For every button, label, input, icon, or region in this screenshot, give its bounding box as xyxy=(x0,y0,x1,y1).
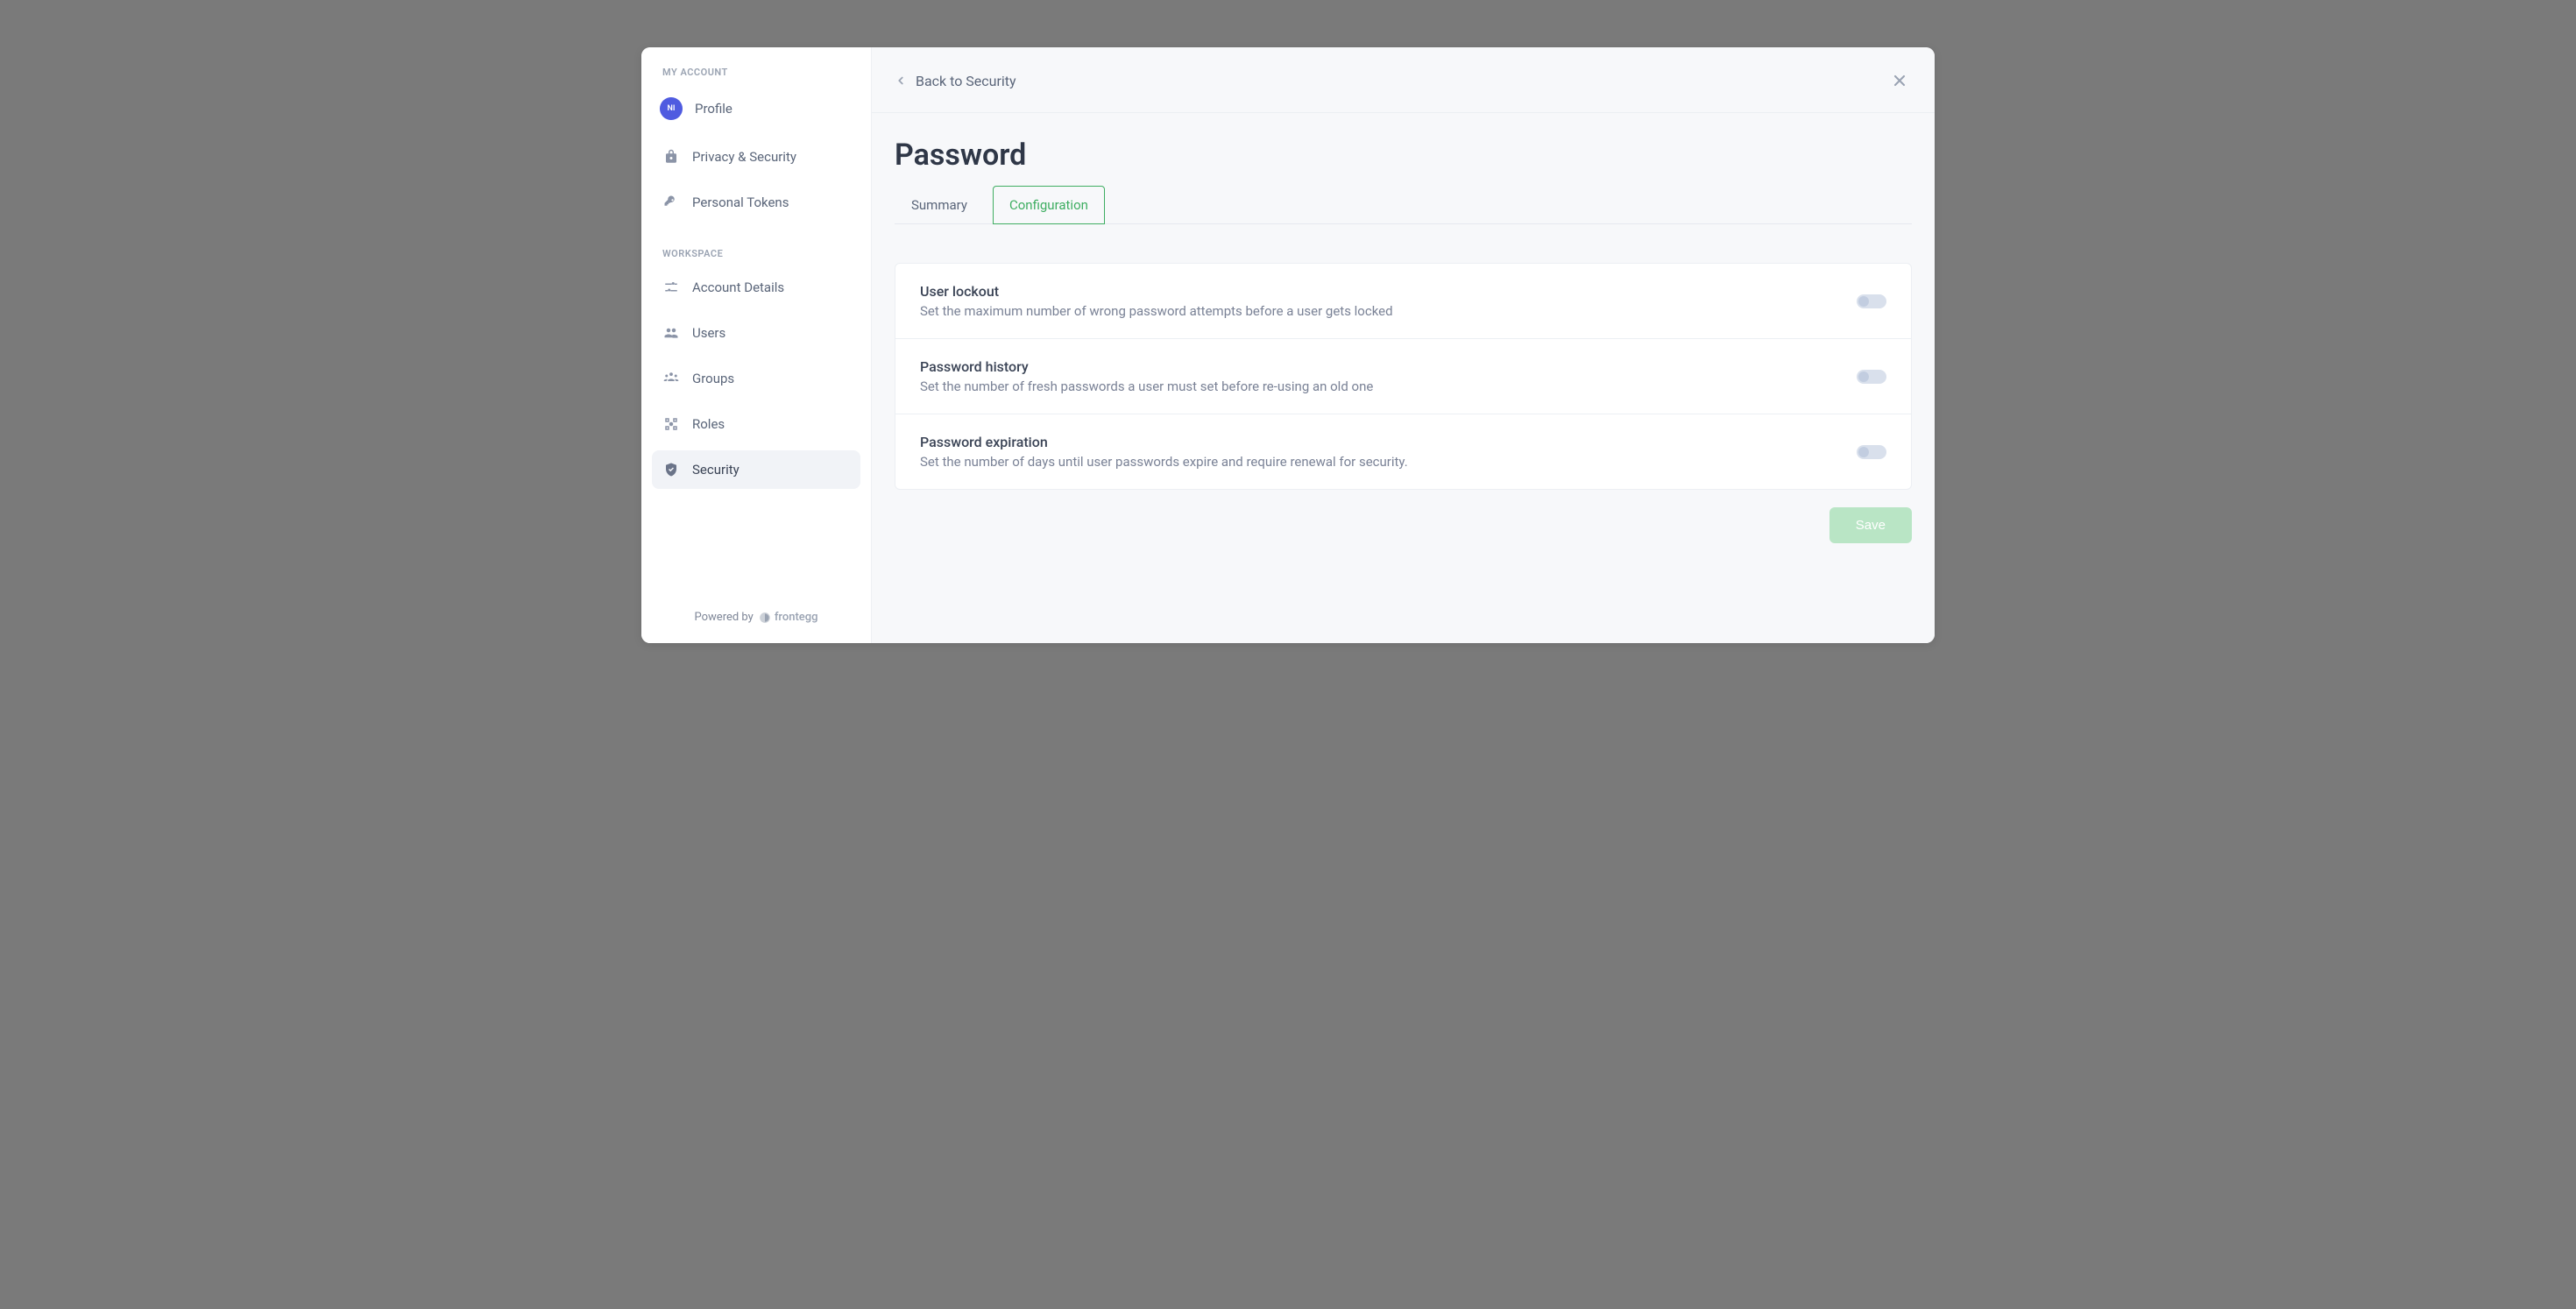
sidebar: MY ACCOUNT NI Profile Privacy & Security… xyxy=(641,47,872,643)
save-button[interactable]: Save xyxy=(1829,507,1912,543)
main-content: Back to Security Password Summary Config… xyxy=(872,47,1935,643)
tab-summary[interactable]: Summary xyxy=(895,186,984,224)
sidebar-item-roles[interactable]: Roles xyxy=(652,405,860,443)
setting-user-lockout: User lockout Set the maximum number of w… xyxy=(895,264,1911,339)
setting-description: Set the number of fresh passwords a user… xyxy=(920,379,1839,394)
tab-configuration[interactable]: Configuration xyxy=(993,186,1105,224)
chevron-left-icon xyxy=(895,74,907,87)
sidebar-section-my-account: MY ACCOUNT xyxy=(652,67,860,87)
powered-by[interactable]: Powered by frontegg xyxy=(652,604,860,627)
sidebar-item-label: Security xyxy=(692,462,740,478)
sidebar-item-tokens[interactable]: Personal Tokens xyxy=(652,183,860,222)
setting-description: Set the number of days until user passwo… xyxy=(920,454,1839,470)
sidebar-item-label: Account Details xyxy=(692,279,784,295)
lock-icon xyxy=(662,148,680,166)
sidebar-item-security[interactable]: Security xyxy=(652,450,860,489)
setting-title: Password history xyxy=(920,358,1839,375)
group-icon xyxy=(662,370,680,387)
users-icon xyxy=(662,324,680,342)
topbar: Back to Security xyxy=(872,47,1935,113)
close-icon xyxy=(1891,72,1908,89)
sidebar-item-label: Groups xyxy=(692,371,734,386)
shield-icon xyxy=(662,461,680,478)
roles-icon xyxy=(662,415,680,433)
sidebar-item-label: Users xyxy=(692,325,725,341)
sidebar-item-label: Personal Tokens xyxy=(692,195,789,210)
close-button[interactable] xyxy=(1887,68,1912,93)
setting-title: User lockout xyxy=(920,283,1839,300)
toggle-password-history[interactable] xyxy=(1857,370,1886,384)
setting-title: Password expiration xyxy=(920,434,1839,450)
sidebar-item-users[interactable]: Users xyxy=(652,314,860,352)
toggle-password-expiration[interactable] xyxy=(1857,445,1886,459)
page-title: Password xyxy=(895,138,1912,173)
avatar: NI xyxy=(660,97,683,120)
setting-password-history: Password history Set the number of fresh… xyxy=(895,339,1911,414)
back-label: Back to Security xyxy=(916,73,1016,89)
powered-by-label: Powered by xyxy=(695,611,754,624)
back-link[interactable]: Back to Security xyxy=(895,73,1016,89)
key-icon xyxy=(662,194,680,211)
settings-list: User lockout Set the maximum number of w… xyxy=(895,263,1912,490)
sidebar-item-profile[interactable]: NI Profile xyxy=(652,87,860,131)
content-area: Password Summary Configuration User lock… xyxy=(872,113,1935,643)
sidebar-item-label: Roles xyxy=(692,416,725,432)
sidebar-item-label: Profile xyxy=(695,101,732,117)
sidebar-item-label: Privacy & Security xyxy=(692,149,796,165)
sidebar-item-privacy[interactable]: Privacy & Security xyxy=(652,138,860,176)
setting-password-expiration: Password expiration Set the number of da… xyxy=(895,414,1911,489)
sliders-icon xyxy=(662,279,680,296)
tabs: Summary Configuration xyxy=(895,185,1912,224)
sidebar-item-groups[interactable]: Groups xyxy=(652,359,860,398)
frontegg-logo: frontegg xyxy=(759,611,818,624)
toggle-user-lockout[interactable] xyxy=(1857,294,1886,308)
settings-modal: MY ACCOUNT NI Profile Privacy & Security… xyxy=(641,47,1935,643)
setting-description: Set the maximum number of wrong password… xyxy=(920,303,1839,319)
actions-bar: Save xyxy=(895,507,1912,543)
sidebar-item-account-details[interactable]: Account Details xyxy=(652,268,860,307)
sidebar-section-workspace: WORKSPACE xyxy=(652,248,860,268)
